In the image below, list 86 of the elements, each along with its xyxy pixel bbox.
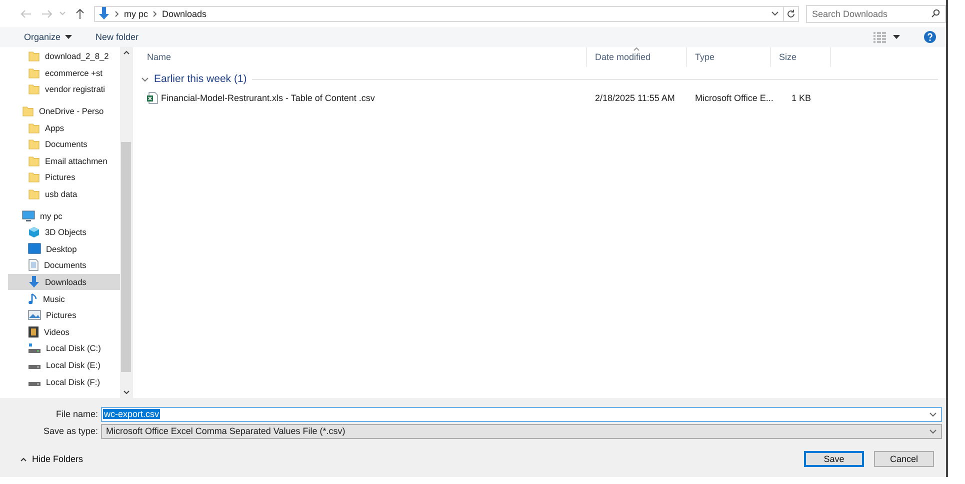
nav-item[interactable]: download_2_8_2: [8, 48, 120, 65]
caret-icon: [64, 35, 72, 39]
nav-item[interactable]: Pictures: [8, 306, 120, 324]
sort-caret-icon: [633, 47, 640, 51]
chevron-down-icon: [929, 428, 937, 434]
nav-item[interactable]: OneDrive - Perso: [8, 102, 120, 120]
file-type: Microsoft Office E...: [695, 92, 774, 102]
column-title: Name: [147, 52, 172, 62]
download-arrow-icon: [28, 276, 40, 288]
nav-item[interactable]: ecommerce +st: [8, 64, 120, 82]
folder-icon: [28, 171, 40, 184]
toolbar-button[interactable]: Organize: [24, 32, 72, 42]
desktop-icon: [28, 243, 41, 254]
nav-item[interactable]: Music: [8, 290, 120, 307]
column-title: Type: [695, 52, 715, 62]
view-options-icon[interactable]: [873, 32, 887, 42]
nav-item[interactable]: Documents: [8, 257, 120, 274]
file-name[interactable]: Financial-Model-Restrurant.xls - Table of Content .csv: [161, 92, 375, 102]
search-icon: [931, 9, 940, 18]
film-icon: [28, 326, 39, 338]
folder-icon: [28, 66, 40, 79]
computer-icon: [22, 210, 35, 222]
column-header[interactable]: Size: [771, 47, 831, 67]
refresh-icon: [786, 8, 796, 18]
scroll-down-icon[interactable]: [122, 390, 130, 395]
nav-item[interactable]: vendor registrati: [8, 81, 120, 98]
folder-icon: [28, 154, 40, 167]
file-type-dropdown[interactable]: Microsoft Office Excel Comma Separated Values File (*.csv): [101, 424, 942, 438]
field-label: Save as type:: [42, 426, 99, 436]
cube-icon: [28, 226, 40, 238]
nav-item[interactable]: Apps: [8, 119, 120, 136]
nav-item[interactable]: Email attachmen: [8, 152, 120, 170]
field-label: File name:: [54, 409, 99, 419]
document-icon: [28, 259, 39, 272]
chevron-up-icon: [20, 456, 27, 462]
address-bar[interactable]: my pc Downloads: [94, 6, 784, 22]
nav-item[interactable]: Pictures: [8, 169, 120, 186]
hide-folders-button[interactable]: Hide Folders: [14, 454, 84, 464]
nav-item[interactable]: Documents: [8, 136, 120, 153]
search-field[interactable]: Search Downloads: [806, 4, 946, 22]
group-title[interactable]: Earlier this week (1): [154, 73, 247, 85]
folder-icon: [22, 105, 34, 118]
chevron-down-icon[interactable]: [771, 10, 779, 16]
breadcrumb[interactable]: Downloads: [162, 8, 207, 18]
nav-item[interactable]: Videos: [8, 324, 120, 340]
chevron-down-icon[interactable]: [929, 412, 937, 416]
spreadsheet-file-icon: [147, 92, 158, 104]
dialog-button[interactable]: Save: [804, 451, 864, 467]
breadcrumb[interactable]: my pc: [124, 8, 148, 18]
scrollbar-thumb[interactable]: [121, 142, 131, 372]
nav-item[interactable]: Local Disk (F:): [8, 373, 120, 390]
help-icon[interactable]: [924, 31, 936, 43]
column-header[interactable]: Name: [139, 47, 587, 67]
music-note-icon: [28, 292, 38, 305]
drive-icon: [28, 342, 41, 354]
chevron-right-icon: [153, 10, 158, 16]
chevron-right-icon: [115, 10, 119, 16]
dialog-button[interactable]: Cancel: [874, 451, 934, 467]
picture-icon: [28, 310, 41, 320]
column-header[interactable]: Date modified: [587, 47, 687, 67]
file-name-field[interactable]: wc-export.csv: [101, 406, 942, 422]
nav-item[interactable]: usb data: [8, 186, 120, 202]
scroll-up-icon[interactable]: [122, 50, 130, 55]
column-title: Size: [779, 52, 797, 62]
column-title: Date modified: [595, 52, 651, 62]
nav-item[interactable]: my pc: [8, 207, 120, 224]
chevron-down-icon[interactable]: [141, 76, 149, 82]
file-size: 1 KB: [791, 92, 811, 102]
date-modified: 2/18/2025 11:55 AM: [595, 92, 675, 102]
up-arrow-icon[interactable]: [75, 8, 85, 19]
refresh-button[interactable]: [783, 6, 799, 22]
download-arrow-icon: [98, 7, 110, 20]
toolbar-button[interactable]: New folder: [96, 32, 139, 42]
folder-icon: [28, 138, 40, 150]
nav-item[interactable]: Desktop: [8, 240, 120, 258]
scrollbar[interactable]: [120, 47, 132, 398]
nav-item[interactable]: Local Disk (C:): [8, 340, 120, 357]
folder-icon: [28, 188, 40, 200]
nav-item[interactable]: Local Disk (E:): [8, 356, 120, 374]
column-header[interactable]: Type: [687, 47, 771, 67]
nav-item[interactable]: 3D Objects: [8, 224, 120, 241]
nav-item[interactable]: Downloads: [8, 274, 120, 290]
folder-icon: [28, 122, 40, 134]
folder-icon: [28, 83, 40, 96]
folder-icon: [28, 50, 40, 62]
caret-icon[interactable]: [893, 35, 900, 39]
